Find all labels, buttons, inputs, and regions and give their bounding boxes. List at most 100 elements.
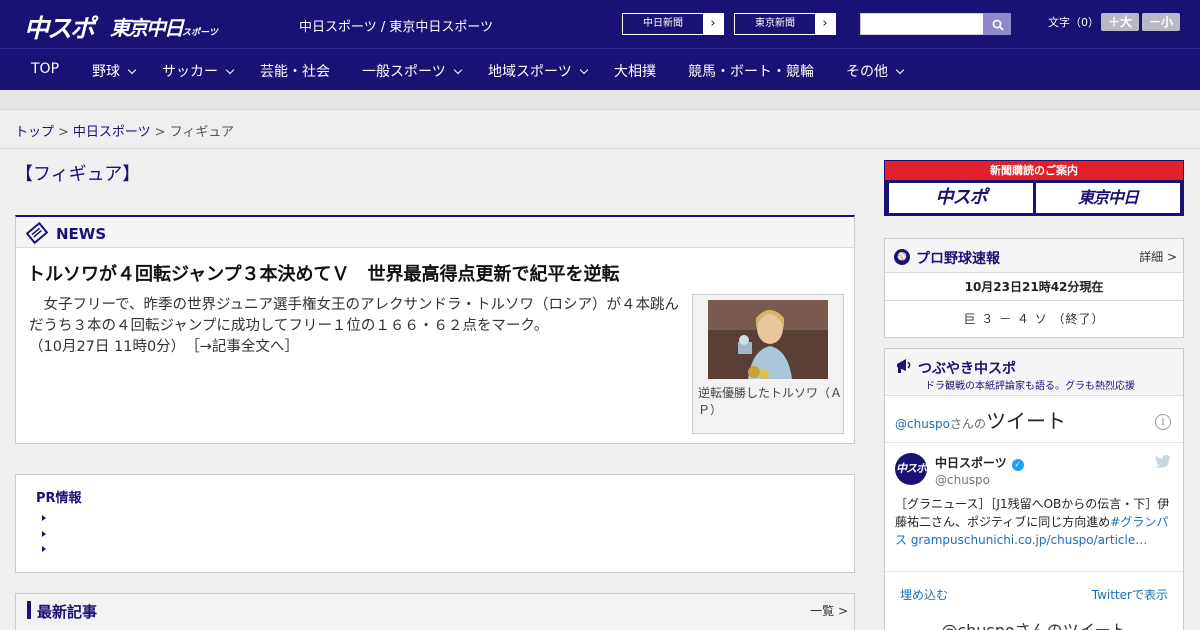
main-nav: TOP 野球 サッカー 芸能・社会 一般スポーツ 地域スポーツ 大相撲 競馬・ボ… (0, 48, 1200, 90)
nav-label: 大相撲 (614, 64, 656, 80)
news-section-title: NEWS (56, 225, 107, 243)
breadcrumb-separator: > (58, 125, 69, 140)
font-size-label: 文字（0） (1048, 16, 1099, 29)
search-icon (992, 19, 1004, 31)
site-name-link[interactable]: 中日スポーツ / 東京中日スポーツ (299, 16, 493, 35)
divider (885, 300, 1183, 301)
embed-link[interactable]: 埋め込む (900, 586, 948, 603)
nav-label: 競馬・ボート・競輪 (688, 64, 814, 80)
ext-link-label: 中日新聞 (643, 18, 683, 29)
font-size-down-button[interactable]: －小 (1142, 13, 1180, 31)
pr-item-arrow-icon[interactable] (42, 531, 46, 537)
latest-title: 最新記事 (37, 603, 98, 621)
breadcrumb-separator: > (154, 125, 166, 140)
chevron-right-icon: › (815, 14, 835, 34)
nav-label: 一般スポーツ (362, 64, 446, 80)
tokyo-shimbun-link[interactable]: 東京新聞 › (734, 13, 836, 35)
breadcrumb: トップ > 中日スポーツ > フィギュア (0, 111, 1200, 149)
divider (885, 442, 1183, 443)
subscription-title: 新聞購読のご案内 (885, 161, 1183, 180)
subscription-banner[interactable]: 新聞購読のご案内 中スポ 東京中日 (884, 160, 1184, 216)
news-photo[interactable]: 逆転優勝したトルソワ（ＡＰ） (692, 294, 844, 434)
ad-band (0, 90, 1200, 110)
timeline-footer-link[interactable]: @chuspoさんのツイート (885, 617, 1183, 630)
search-input[interactable] (860, 13, 984, 35)
baseball-icon: ⚾ (894, 249, 910, 265)
news-panel: NEWS トルソワが４回転ジャンプ３本決めてＶ 世界最高得点更新で紀平を逆転 女… (15, 215, 855, 444)
chevron-right-icon: › (703, 14, 723, 34)
chevron-down-icon (127, 65, 137, 75)
megaphone-icon (897, 359, 911, 373)
read-more-link[interactable]: ［→記事全文へ］ (192, 339, 298, 355)
newspaper-icon (26, 222, 48, 244)
avatar[interactable]: 中スポ (895, 453, 927, 485)
skater-photo (708, 300, 828, 379)
baseball-scores-panel: ⚾ プロ野球速報 詳細 > 10月23日21時42分現在 巨 ３ － ４ ソ （… (884, 238, 1184, 338)
twitter-header: つぶやき中スポ ドラ観戦の本紙評論家も語る。グラも熱烈応援 (885, 349, 1183, 396)
pr-item-arrow-icon[interactable] (42, 515, 46, 521)
photo-caption: 逆転優勝したトルソワ（ＡＰ） (698, 386, 843, 417)
game-score[interactable]: 巨 ３ － ４ ソ （終了） (885, 310, 1183, 327)
news-timestamp: （10月27日 11時0分） (29, 339, 178, 355)
pr-item-arrow-icon[interactable] (42, 546, 46, 552)
breadcrumb-current: フィギュア (169, 125, 235, 140)
breadcrumb-top[interactable]: トップ (15, 125, 54, 140)
nav-label: 芸能・社会 (260, 64, 330, 80)
chevron-down-icon (579, 65, 588, 75)
chuspo-logo[interactable]: 中スポ (24, 9, 95, 45)
nav-item-others[interactable]: その他 (846, 61, 905, 81)
breadcrumb-chunichi-sports[interactable]: 中日スポーツ (73, 125, 151, 140)
news-header: NEWS (16, 217, 854, 248)
nav-label: サッカー (162, 64, 218, 80)
tokyo-chunichi-logo[interactable]: 東京中日スポーツ (110, 12, 218, 41)
tweet-text: ［グラニュース］［J1残留へOBからの伝言・下］伊藤祐二さん、ポジティブに同じ方… (895, 495, 1175, 549)
ext-link-label: 東京新聞 (755, 18, 795, 29)
chunichi-shimbun-link[interactable]: 中日新聞 › (622, 13, 724, 35)
account-handle[interactable]: @chuspo (935, 473, 990, 487)
nav-label: 地域スポーツ (488, 64, 572, 80)
pr-title: PR情報 (36, 491, 82, 506)
view-on-twitter-link[interactable]: Twitterで表示 (1092, 586, 1168, 603)
nav-label: 野球 (92, 64, 120, 80)
account-name-link[interactable]: 中日スポーツ ✓ (935, 454, 1024, 471)
news-body-text: 女子フリーで、昨季の世界ジュニア選手権女王のアレクサンドラ・トルソワ（ロシア）が… (29, 297, 680, 334)
nav-item-soccer[interactable]: サッカー (162, 61, 235, 81)
timeline-handle-link[interactable]: @chuspo (895, 417, 950, 431)
chevron-down-icon (453, 65, 462, 75)
search-button[interactable] (983, 13, 1011, 35)
nav-item-entertainment[interactable]: 芸能・社会 (260, 61, 330, 81)
nav-label: TOP (31, 61, 60, 77)
page-title: 【フィギュア】 (15, 164, 141, 185)
latest-articles-panel: 最新記事 一覧 > (15, 593, 855, 630)
twitter-bird-icon[interactable] (1155, 455, 1171, 469)
tokyo-logo-text: 東京中日 (110, 16, 184, 40)
section-bar (27, 601, 31, 619)
news-summary: 女子フリーで、昨季の世界ジュニア選手権女王のアレクサンドラ・トルソワ（ロシア）が… (29, 295, 689, 358)
pr-panel: PR情報 (15, 474, 855, 573)
nav-item-local-sports[interactable]: 地域スポーツ (488, 61, 588, 81)
nav-item-racing[interactable]: 競馬・ボート・競輪 (688, 61, 814, 81)
nav-item-baseball[interactable]: 野球 (92, 61, 137, 81)
tokyo-logo-small: スポーツ (182, 28, 218, 38)
chuspo-subscribe-button[interactable]: 中スポ (889, 183, 1033, 213)
timeline-tweets-word: ツイート (986, 409, 1067, 433)
nav-item-sumo[interactable]: 大相撲 (614, 61, 656, 81)
baseball-detail-link[interactable]: 詳細 > (1139, 248, 1177, 265)
nav-item-general-sports[interactable]: 一般スポーツ (362, 61, 462, 81)
font-size-up-button[interactable]: ＋大 (1101, 13, 1139, 31)
chevron-down-icon (895, 65, 905, 75)
nav-label: その他 (846, 64, 888, 80)
info-icon[interactable]: i (1155, 414, 1171, 430)
baseball-updated-time: 10月23日21時42分現在 (964, 280, 1104, 294)
nav-item-top[interactable]: TOP (31, 61, 59, 77)
chevron-down-icon (225, 65, 235, 75)
news-headline-link[interactable]: トルソワが４回転ジャンプ３本決めてＶ 世界最高得点更新で紀平を逆転 (27, 260, 620, 286)
verified-badge-icon: ✓ (1011, 459, 1024, 471)
twitter-title: つぶやき中スポ (918, 361, 1016, 377)
top-header: 中スポ 東京中日スポーツ 中日スポーツ / 東京中日スポーツ 中日新聞 › 東京… (0, 0, 1200, 48)
baseball-title: プロ野球速報 (916, 251, 1000, 267)
timeline-handle-suffix: さんの (950, 417, 987, 431)
divider (885, 571, 1183, 572)
tokyo-chunichi-subscribe-button[interactable]: 東京中日 (1036, 183, 1180, 213)
latest-list-link[interactable]: 一覧 > (810, 602, 848, 619)
